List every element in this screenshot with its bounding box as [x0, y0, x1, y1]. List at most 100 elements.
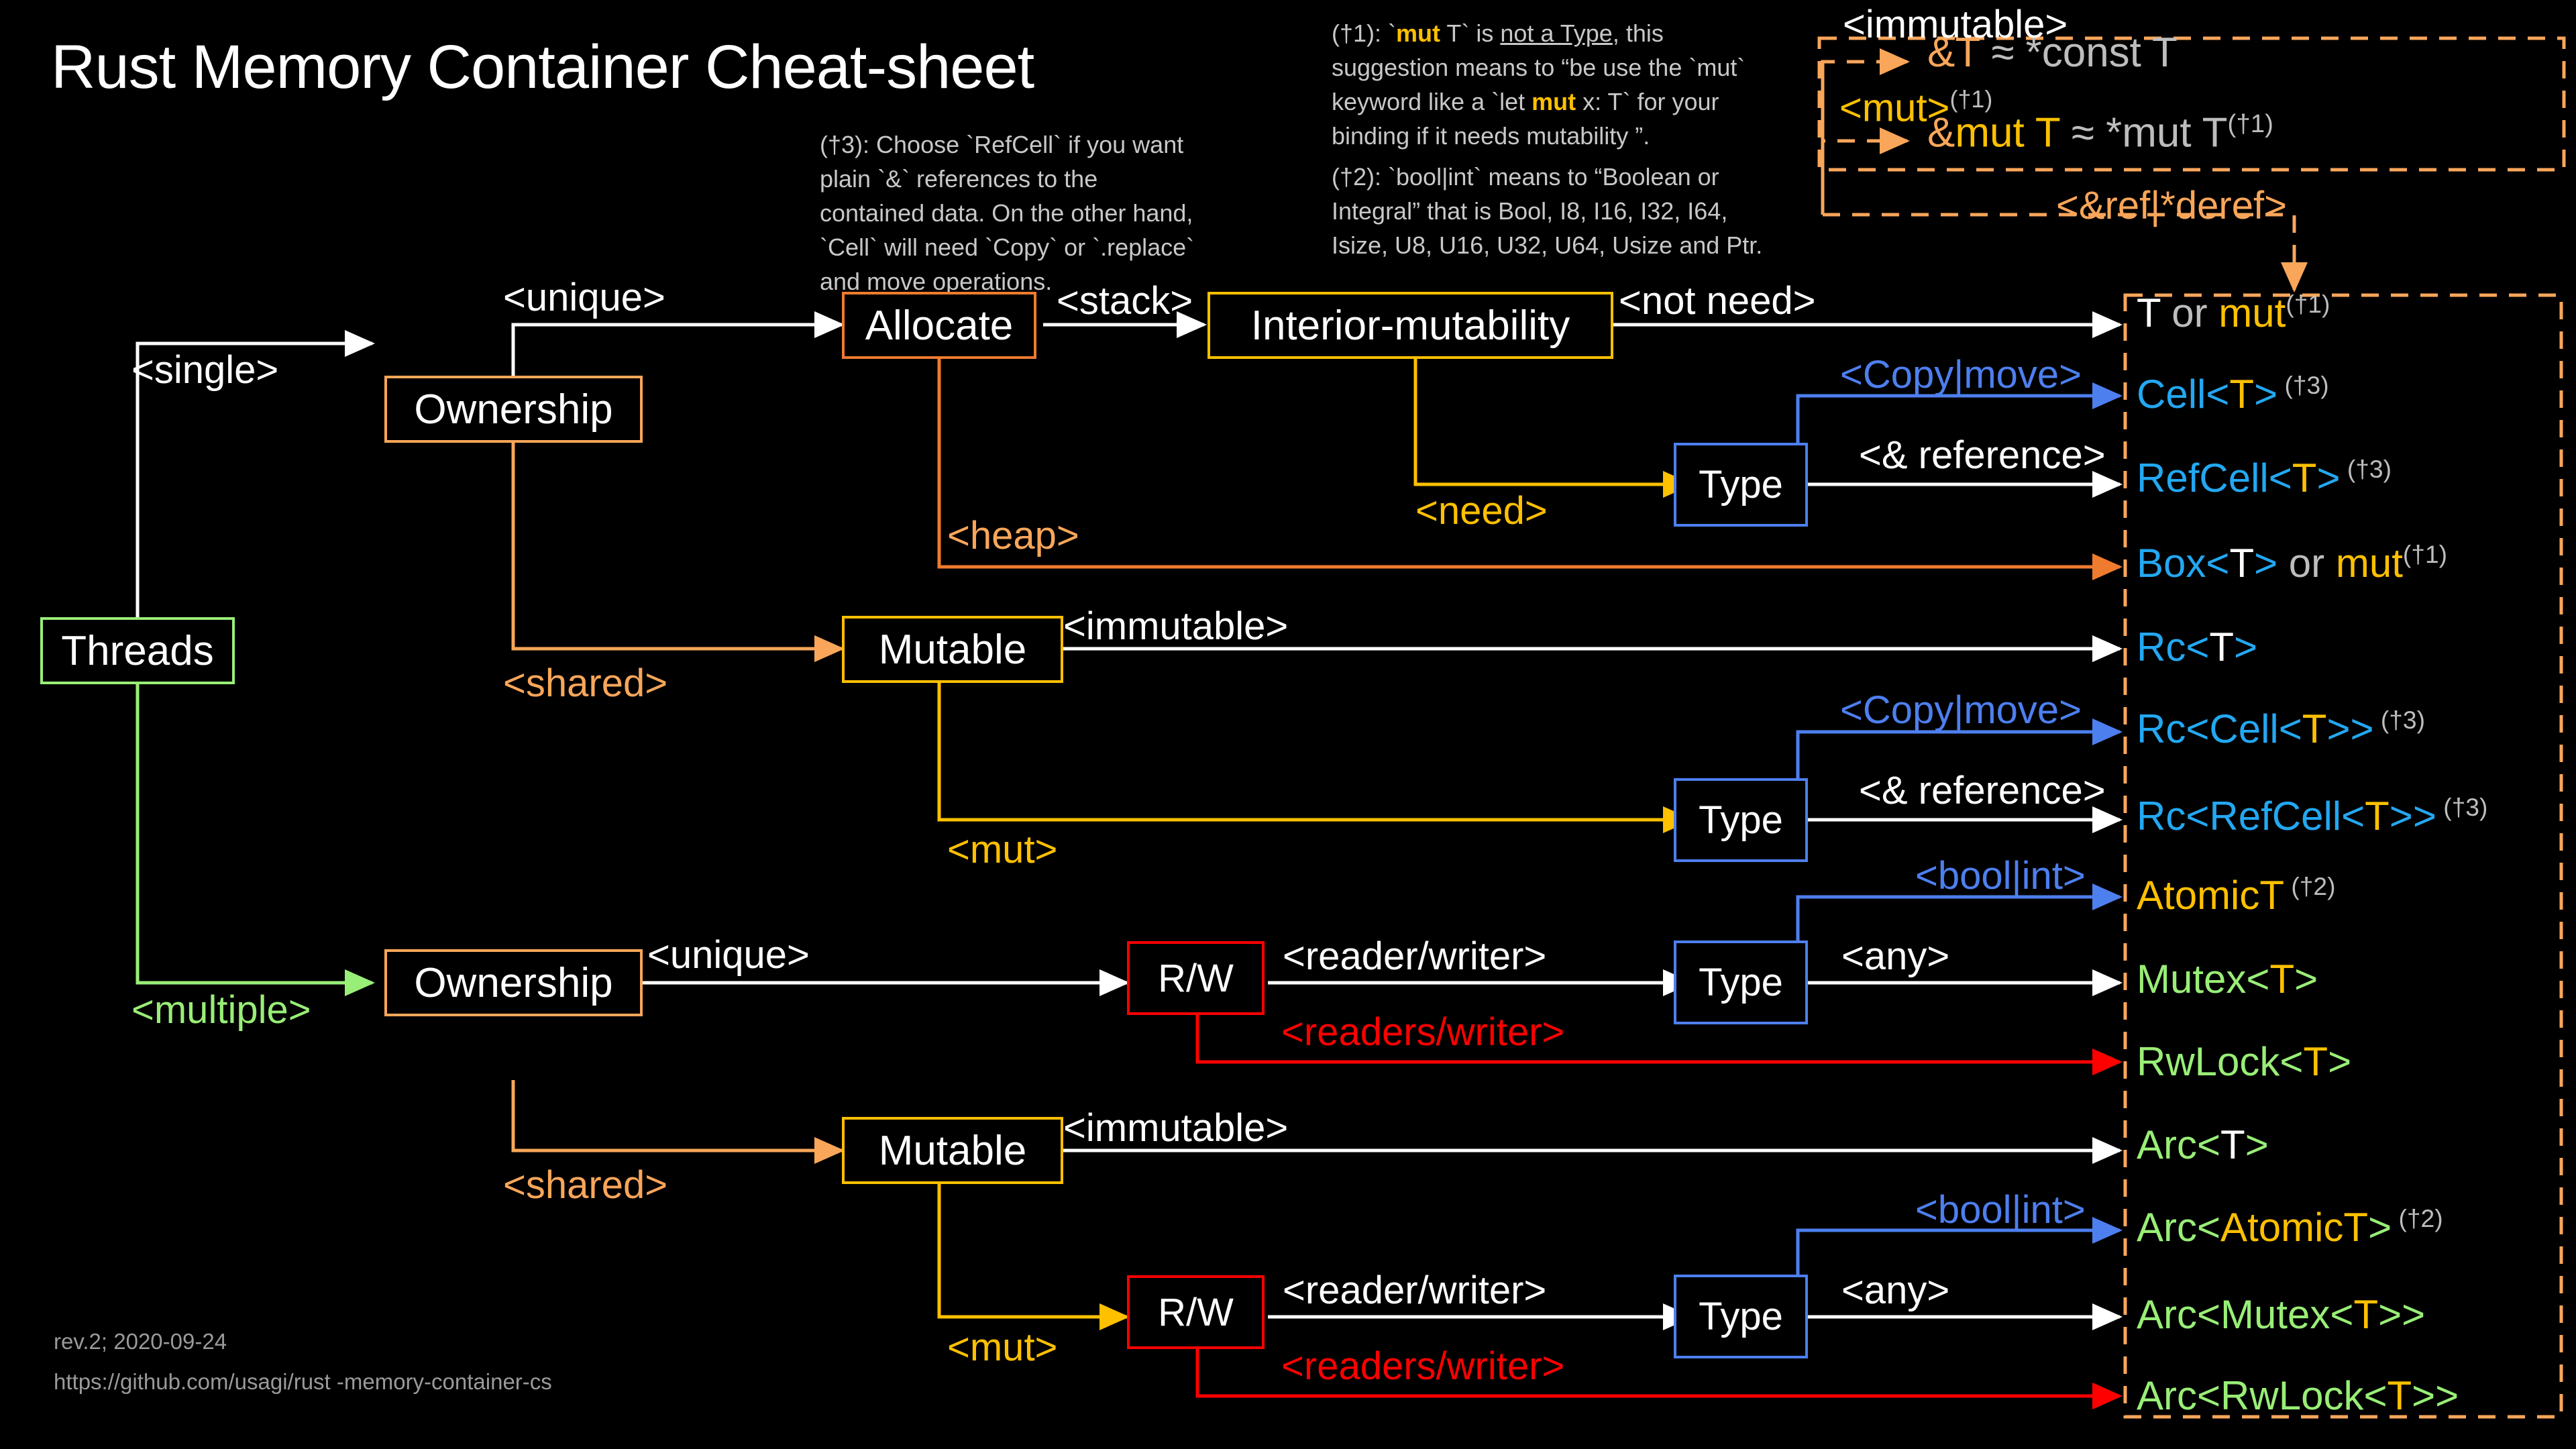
type-result-rc: Rc<T> — [2137, 624, 2257, 670]
edge-label-any-1: <any> — [1841, 934, 1950, 978]
edge-label-need: <need> — [1415, 489, 1548, 533]
node-threads[interactable]: Threads — [40, 617, 235, 684]
edge-label-multiple: <multiple> — [131, 988, 311, 1032]
ref-mut-sup: (†1) — [1949, 85, 1993, 113]
edge-label-shared-bottom: <shared> — [503, 1163, 668, 1207]
type-part-arc-rwlock-1: T — [2387, 1373, 2412, 1418]
type-part-t-or-mut-0: T — [2137, 290, 2161, 335]
ref-row-const-t: &T ≈ *const T — [1927, 32, 2178, 74]
type-part-atomict-0: AtomicT — [2137, 873, 2285, 918]
type-result-box: Box<T> or mut(†1) — [2137, 540, 2447, 586]
node-rw-multi[interactable]: R/W — [1127, 1275, 1265, 1349]
node-allocate[interactable]: Allocate — [842, 292, 1036, 359]
node-type-d[interactable]: Type — [1674, 1275, 1808, 1358]
type-sup-atomict: (†2) — [2284, 872, 2336, 900]
ref-amp-t: &T — [1927, 30, 1980, 76]
node-ownership-single[interactable]: Ownership — [384, 376, 643, 443]
edge-label-reference-2: <& reference> — [1859, 769, 2106, 812]
node-interior-mutability[interactable]: Interior-mutability — [1208, 292, 1613, 359]
node-mutable-multi[interactable]: Mutable — [842, 1117, 1063, 1184]
type-result-t-or-mut: T or mut(†1) — [2137, 290, 2330, 336]
ref-approx-2: ≈ — [2059, 109, 2106, 156]
edge-label-reference-1: <& reference> — [1859, 433, 2106, 477]
footer-url[interactable]: https://github.com/usagi/rust -memory-co… — [54, 1365, 552, 1399]
node-rw-multi-label: R/W — [1158, 1290, 1234, 1334]
node-mutable-multi-label: Mutable — [878, 1127, 1027, 1174]
node-mutable-single-label: Mutable — [878, 626, 1027, 673]
edge-label-shared-top: <shared> — [503, 661, 668, 705]
type-sup-rc-cell: (†3) — [2373, 706, 2425, 734]
node-rw-single-label: R/W — [1158, 956, 1234, 1000]
footer-revision: rev.2; 2020-09-24 — [54, 1329, 227, 1354]
node-ownership-multi[interactable]: Ownership — [384, 949, 643, 1016]
edge-label-reader-writer-2: <reader/writer> — [1283, 1269, 1547, 1312]
type-part-arc-mutex-1: T — [2353, 1292, 2379, 1337]
type-part-refcell-2: > — [2316, 455, 2341, 500]
edge-label-any-2: <any> — [1841, 1269, 1950, 1312]
note1-mut-keyword-2: mut — [1532, 88, 1576, 116]
type-part-mutex-0: Mutex< — [2137, 957, 2270, 1002]
type-part-cell-0: Cell< — [2137, 372, 2230, 417]
node-mutable-single[interactable]: Mutable — [842, 616, 1063, 683]
type-part-mutex-1: T — [2269, 957, 2295, 1002]
edge-label-bool-int-1: <bool|int> — [1915, 854, 2086, 898]
page-title: Rust Memory Container Cheat-sheet — [51, 33, 1034, 101]
node-type-c[interactable]: Type — [1674, 941, 1808, 1024]
type-part-arc-2: > — [2245, 1122, 2269, 1167]
wire-immutable-to-refT — [1821, 48, 1911, 215]
type-sup-rc-refcell: (†3) — [2436, 793, 2488, 821]
note1-part-b: T` is — [1440, 19, 1501, 47]
node-type-d-label: Type — [1699, 1295, 1783, 1338]
type-part-arc-atomict-1: AtomicT — [2220, 1205, 2369, 1250]
node-type-b[interactable]: Type — [1674, 778, 1808, 862]
type-part-arc-rwlock-2: >> — [2412, 1373, 2459, 1418]
ref-amp: & — [1927, 109, 1955, 156]
edge-label-unique-top: <unique> — [503, 276, 665, 319]
edge-label-bool-int-2: <bool|int> — [1915, 1188, 2086, 1232]
type-part-box-4: mut — [2335, 541, 2403, 586]
type-part-arc-atomict-0: Arc< — [2137, 1205, 2221, 1250]
type-result-rc-cell: Rc<Cell<T>> (†3) — [2137, 706, 2425, 752]
edge-label-single: <single> — [131, 348, 279, 392]
edge-label-heap: <heap> — [947, 514, 1079, 557]
type-result-atomict: AtomicT (†2) — [2137, 872, 2336, 918]
note-dagger-3: (†3): Choose `RefCell` if you want plain… — [820, 131, 1195, 296]
ref-const-t: *const T — [2025, 30, 2178, 76]
edge-label-copy-move-1: <Copy|move> — [1840, 353, 2082, 396]
ref-approx-1: ≈ — [1980, 30, 2026, 76]
wire-ownership-unique — [511, 311, 845, 376]
node-ownership-multi-label: Ownership — [414, 959, 613, 1006]
type-result-arc-rwlock: Arc<RwLock<T>> — [2137, 1373, 2459, 1419]
node-type-a[interactable]: Type — [1674, 443, 1808, 527]
type-part-rc-cell-0: Rc<Cell< — [2137, 706, 2302, 751]
type-part-t-or-mut-2: mut — [2218, 290, 2286, 335]
edge-label-not-need: <not need> — [1619, 279, 1816, 323]
edge-label-immutable-1: <immutable> — [1063, 604, 1289, 648]
type-result-arc: Arc<T> — [2137, 1122, 2269, 1168]
node-type-a-label: Type — [1699, 463, 1783, 506]
type-part-arc-mutex-0: Arc<Mutex< — [2137, 1292, 2354, 1337]
type-sup-t-or-mut: (†1) — [2286, 290, 2330, 318]
node-type-b-label: Type — [1699, 798, 1783, 842]
type-part-box-3: or — [2277, 541, 2336, 586]
type-result-arc-atomict: Arc<AtomicT> (†2) — [2137, 1204, 2443, 1250]
node-rw-single[interactable]: R/W — [1127, 941, 1265, 1015]
wire-ownership2-shared — [511, 1080, 845, 1164]
ref-row-mut-t: &mut T ≈ *mut T(†1) — [1927, 111, 2273, 154]
type-part-rc-cell-2: >> — [2326, 706, 2374, 751]
edge-label-readers-writer-2: <readers/writer> — [1281, 1344, 1565, 1388]
type-part-arc-0: Arc< — [2137, 1122, 2221, 1167]
ref-deref-label: <&ref|*deref> — [2056, 184, 2287, 227]
type-part-refcell-0: RefCell< — [2137, 455, 2292, 500]
wire-mutable2-mut — [937, 1175, 1130, 1330]
wire-im-need — [1413, 349, 1694, 498]
edge-label-immutable-2: <immutable> — [1063, 1106, 1289, 1150]
type-part-box-2: > — [2254, 541, 2278, 586]
type-part-mutex-2: > — [2294, 957, 2318, 1002]
node-threads-label: Threads — [61, 627, 214, 674]
edge-label-mut-1: <mut> — [947, 828, 1058, 871]
wire-ownership-shared — [511, 443, 845, 662]
type-part-rc-refcell-0: Rc<RefCell< — [2137, 794, 2365, 839]
type-sup-box: (†1) — [2402, 540, 2448, 568]
note-dagger-1: (†1): `mut T` is not a Type, this sugges… — [1332, 16, 1761, 153]
